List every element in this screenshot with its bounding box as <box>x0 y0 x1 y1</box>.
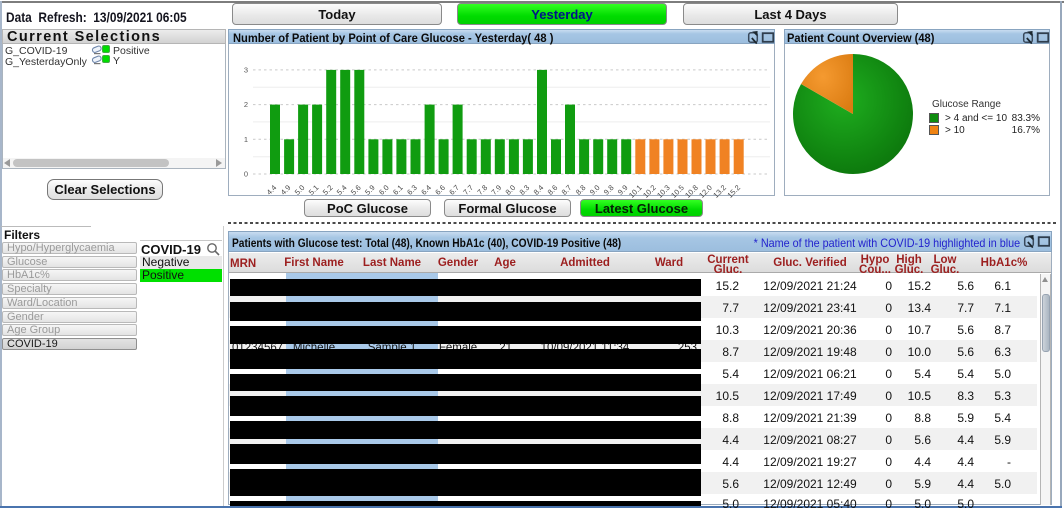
svg-text:5.1: 5.1 <box>307 183 321 197</box>
svg-text:6.6: 6.6 <box>433 183 447 197</box>
svg-text:6.1: 6.1 <box>391 183 405 197</box>
svg-text:6.0: 6.0 <box>377 183 391 197</box>
svg-text:7.9: 7.9 <box>489 183 503 197</box>
svg-text:5.9: 5.9 <box>363 183 377 197</box>
svg-text:7.8: 7.8 <box>475 183 489 197</box>
svg-text:8.0: 8.0 <box>504 183 518 197</box>
svg-text:12.0: 12.0 <box>697 183 714 200</box>
svg-text:6.4: 6.4 <box>419 183 433 197</box>
svg-text:10.5: 10.5 <box>669 183 686 200</box>
svg-text:2: 2 <box>244 100 248 109</box>
svg-text:5.6: 5.6 <box>349 183 363 197</box>
svg-text:7.7: 7.7 <box>461 183 475 197</box>
svg-text:4.4: 4.4 <box>265 183 279 197</box>
svg-text:8.3: 8.3 <box>518 183 532 197</box>
svg-text:10.2: 10.2 <box>641 183 658 200</box>
svg-text:5.0: 5.0 <box>293 183 307 197</box>
svg-text:10.3: 10.3 <box>655 183 672 200</box>
svg-text:0: 0 <box>244 170 248 179</box>
svg-text:3: 3 <box>244 65 248 74</box>
svg-text:9.8: 9.8 <box>602 183 616 197</box>
svg-text:9.0: 9.0 <box>588 183 602 197</box>
svg-text:5.4: 5.4 <box>335 183 349 197</box>
svg-text:8.4: 8.4 <box>532 183 546 197</box>
svg-text:1: 1 <box>244 135 248 144</box>
svg-text:15.2: 15.2 <box>725 183 742 200</box>
svg-text:10.8: 10.8 <box>683 183 700 200</box>
svg-text:8.6: 8.6 <box>546 183 560 197</box>
svg-text:10.1: 10.1 <box>627 183 644 200</box>
svg-text:8.8: 8.8 <box>574 183 588 197</box>
svg-text:13.2: 13.2 <box>711 183 728 200</box>
svg-text:8.7: 8.7 <box>560 183 574 197</box>
svg-text:4.9: 4.9 <box>279 183 293 197</box>
svg-text:6.3: 6.3 <box>405 183 419 197</box>
svg-text:6.7: 6.7 <box>447 183 461 197</box>
svg-text:5.2: 5.2 <box>321 183 335 197</box>
